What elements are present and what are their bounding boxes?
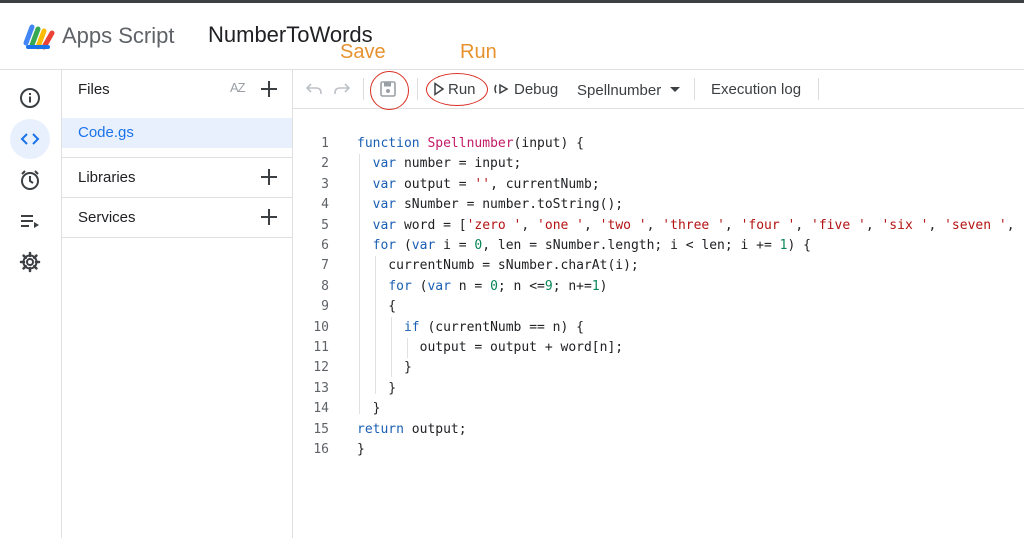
add-service-icon[interactable] [258,206,280,228]
function-select[interactable]: Spellnumber [577,76,687,102]
editor-toolbar: Run Debug Spellnumber Execution log [293,70,1024,110]
apps-script-logo-icon [23,24,55,50]
files-title: Files [78,81,110,98]
code-text[interactable]: for (var n = 0; n <=9; n+=1) [357,277,607,297]
code-text[interactable]: return output; [357,420,467,440]
add-file-icon[interactable] [258,78,280,100]
code-text[interactable]: function Spellnumber(input) { [357,134,584,154]
annotation-save: Save [340,41,386,63]
line-number: 6 [321,238,329,253]
header: Apps Script NumberToWords [0,3,1024,70]
code-text[interactable]: } [357,358,412,378]
debug-icon [494,83,509,95]
code-text[interactable]: for (var i = 0, len = sNumber.length; i … [357,236,811,256]
execution-log-button[interactable]: Execution log [711,81,801,98]
play-icon [434,82,445,96]
file-item-code-gs[interactable]: Code.gs [62,118,292,148]
app-name[interactable]: Apps Script [62,23,175,49]
executions-icon [21,215,39,228]
line-number: 14 [313,401,329,417]
line-number: 3 [321,176,329,192]
divider [62,237,292,238]
code-line[interactable]: 14 } [293,399,1024,419]
toolbar-separator [818,78,819,100]
line-number: 4 [321,197,329,213]
line-number: 10 [313,319,329,335]
line-number: 11 [313,340,329,355]
toolbar-separator [694,78,695,100]
line-number: 2 [321,156,329,172]
code-line[interactable]: 3 var output = '', currentNumb; [293,175,1024,195]
code-line[interactable]: 1 function Spellnumber(input) { [293,134,1024,154]
line-number: 16 [313,442,329,457]
line-number: 15 [313,421,329,437]
code-line[interactable]: 7 currentNumb = sNumber.charAt(i); [293,256,1024,276]
code-line[interactable]: 12 } [293,358,1024,378]
toolbar-separator [417,78,418,100]
code-line[interactable]: 10 if (currentNumb == n) { [293,318,1024,338]
clock-icon [21,170,39,190]
services-label: Services [78,209,136,226]
files-panel: Files AZ Code.gs Libraries Services [62,70,293,538]
triggers-button[interactable] [10,160,50,200]
code-text[interactable]: if (currentNumb == n) { [357,318,584,338]
line-number: 13 [313,380,329,396]
code-text[interactable]: } [357,440,365,460]
code-text[interactable]: var word = ['zero ', 'one ', 'two ', 'th… [357,216,1015,236]
line-number: 1 [321,136,329,151]
run-button[interactable]: Run [431,76,481,102]
add-library-icon[interactable] [258,166,280,188]
libraries-row[interactable]: Libraries [62,158,292,198]
files-header: Files AZ [62,70,292,110]
code-text[interactable]: } [357,399,381,419]
code-line[interactable]: 16} [293,440,1024,460]
code-text[interactable]: var number = input; [357,154,522,174]
code-line[interactable]: 11 output = output + word[n]; [293,338,1024,358]
line-number: 7 [321,258,329,274]
chevron-down-icon [670,87,680,92]
gear-icon [19,251,41,273]
code-line[interactable]: 8 for (var n = 0; n <=9; n+=1) [293,277,1024,297]
code-text[interactable]: var output = '', currentNumb; [357,175,600,195]
line-number: 12 [313,360,329,376]
save-icon[interactable] [379,80,397,98]
info-icon [20,88,40,108]
line-number: 5 [321,217,329,233]
code-line[interactable]: 5 var word = ['zero ', 'one ', 'two ', '… [293,216,1024,236]
line-number: 8 [321,278,329,294]
code-line[interactable]: 6 for (var i = 0, len = sNumber.length; … [293,236,1024,256]
function-select-value: Spellnumber [577,82,662,99]
code-text[interactable]: } [357,379,396,399]
overview-button[interactable] [10,78,50,118]
code-text[interactable]: { [357,297,396,317]
sort-az-icon[interactable]: AZ [230,80,246,95]
code-text[interactable]: output = output + word[n]; [357,338,624,358]
debug-button[interactable]: Debug [493,76,563,102]
executions-button[interactable] [10,201,50,241]
run-label: Run [448,81,476,98]
side-rail [0,70,62,538]
code-line[interactable]: 15 return output; [293,420,1024,440]
toolbar-separator [363,78,364,100]
code-line[interactable]: 9 { [293,297,1024,317]
code-text[interactable]: var sNumber = number.toString(); [357,195,623,215]
file-name: Code.gs [78,124,134,141]
debug-label: Debug [514,81,559,98]
code-line[interactable]: 2 var number = input; [293,154,1024,174]
code-line[interactable]: 4 var sNumber = number.toString(); [293,195,1024,215]
annotation-run: Run [460,41,497,63]
redo-icon[interactable] [333,80,351,98]
code-icon [20,133,40,145]
editor-button[interactable] [10,119,50,159]
settings-button[interactable] [10,242,50,282]
code-text[interactable]: currentNumb = sNumber.charAt(i); [357,256,638,276]
libraries-label: Libraries [78,169,136,186]
code-editor[interactable]: 1 function Spellnumber(input) {2 var numb… [293,109,1024,538]
line-number: 9 [321,299,329,315]
undo-icon[interactable] [305,80,323,98]
code-line[interactable]: 13 } [293,379,1024,399]
services-row[interactable]: Services [62,198,292,238]
